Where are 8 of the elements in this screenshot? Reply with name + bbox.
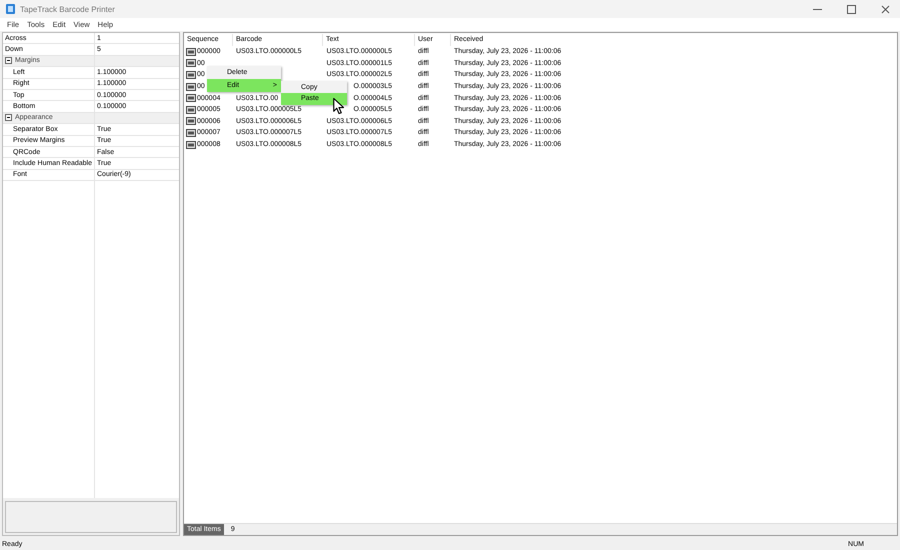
collapse-icon[interactable]: [5, 114, 12, 122]
window-title: TapeTrack Barcode Printer: [20, 4, 116, 14]
maximize-icon[interactable]: [847, 4, 856, 14]
pointer-icon: [333, 97, 345, 115]
close-icon[interactable]: [881, 4, 890, 14]
app-icon: [6, 4, 15, 14]
collapse-icon[interactable]: [5, 57, 12, 64]
minimize-icon[interactable]: [813, 8, 822, 10]
